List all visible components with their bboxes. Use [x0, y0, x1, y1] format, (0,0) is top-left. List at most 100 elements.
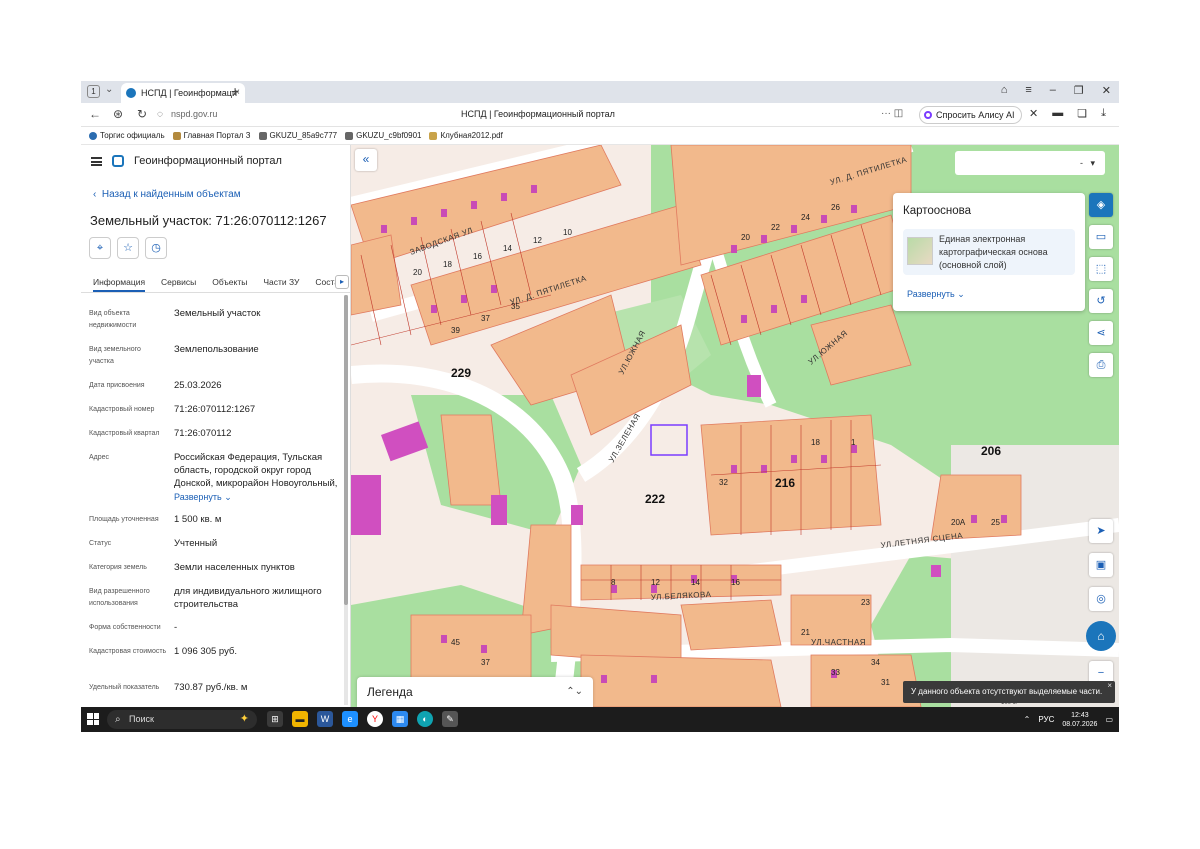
extension-icon[interactable]: ✕ [1029, 107, 1038, 120]
bookmark-item[interactable]: GKUZU_c9bf0901 [345, 131, 421, 140]
back-to-results-link[interactable]: ‹ Назад к найденным объектам [93, 189, 241, 200]
house-number: 14 [691, 578, 700, 587]
tab-information[interactable]: Информация [93, 271, 146, 292]
property-row: Вид объекта недвижимости Земельный участо… [89, 308, 261, 329]
basemap-expand-link[interactable]: Развернуть ⌄ [907, 289, 965, 300]
chevron-down-icon[interactable]: ⌄ [105, 84, 113, 95]
taskbar-search[interactable]: ⌕ Поиск ✦ [107, 710, 257, 729]
minimap-icon[interactable]: ▣ [1089, 553, 1113, 577]
quarter-label: 216 [775, 476, 795, 490]
bookmark-icon[interactable]: ⌂ [1001, 84, 1008, 97]
property-row: Кадастровая стоимость 1 096 305 руб. [89, 646, 238, 657]
tab-objects[interactable]: Объекты [212, 271, 247, 292]
copilot-sparkle-icon: ✦ [239, 713, 249, 725]
browser-tab-active[interactable]: НСПД | Геоинформаци × [121, 83, 245, 103]
new-tab-button[interactable]: + [231, 83, 239, 99]
tab-services[interactable]: Сервисы [161, 271, 196, 292]
chevron-up-icon[interactable]: ⌃ [1024, 715, 1031, 724]
task-view-icon[interactable]: ⊞ [267, 711, 283, 727]
minimize-button[interactable]: – [1050, 84, 1056, 97]
yandex-browser-icon[interactable]: Y [367, 711, 383, 727]
house-number: 21 [801, 628, 810, 637]
locate-object-icon[interactable]: ⌖ [89, 237, 111, 259]
portal-logo-icon [112, 155, 124, 167]
property-row: Площадь уточненная 1 500 кв. м [89, 514, 222, 525]
restore-button[interactable]: ❐ [1074, 84, 1084, 97]
layers-icon[interactable]: ◈ [1089, 193, 1113, 217]
expand-address-link[interactable]: Развернуть ⌄ [174, 492, 344, 503]
house-number: 23 [861, 598, 870, 607]
window-controls: ⌂ ≡ – ❐ ✕ [1001, 84, 1111, 97]
pdf-icon [429, 131, 438, 140]
notifications-icon[interactable]: ▭ [1105, 715, 1113, 724]
basemap-option[interactable]: Единая электронная картографическая осно… [903, 229, 1075, 275]
back-arrow-icon[interactable]: ← [89, 107, 101, 121]
property-row: Кадастровый квартал 71:26:070112 [89, 428, 232, 439]
house-number: 16 [473, 252, 482, 261]
house-number: 31 [881, 678, 890, 687]
share-icon[interactable]: ⋖ [1089, 321, 1113, 345]
house-number: 25 [991, 518, 1000, 527]
object-info-panel: Геоинформационный портал ‹ Назад к найде… [81, 145, 351, 707]
history-icon[interactable]: ◷ [145, 237, 167, 259]
language-indicator[interactable]: РУС [1038, 715, 1054, 724]
reload-icon[interactable]: ↻ [137, 107, 147, 121]
wallet-icon[interactable]: ▬ [1052, 107, 1063, 120]
navigate-icon[interactable]: ➤ [1089, 519, 1113, 543]
history-icon[interactable]: ↺ [1089, 289, 1113, 313]
pinned-app-icon[interactable]: ✎ [442, 711, 458, 727]
system-tray: ⌃ РУС 12:43 08.07.2026 ▭ [1024, 707, 1113, 732]
home-view-button[interactable]: ⌂ [1086, 621, 1116, 651]
bookmark-item[interactable]: Клубная2012.pdf [429, 131, 503, 140]
close-window-button[interactable]: ✕ [1102, 84, 1111, 97]
tab-counter[interactable]: 1 [87, 85, 100, 98]
basemap-panel-title: Картооснова [903, 205, 972, 217]
scrollbar-thumb[interactable] [344, 295, 348, 605]
geolocation-icon[interactable]: ◎ [1089, 587, 1113, 611]
property-row: Вид разрешенного использования для индиви… [89, 586, 322, 610]
taskbar: ⌕ Поиск ✦ ⊞ ▬ W e Y ▦ ◐ ✎ ⌃ РУС 12:43 08… [81, 707, 1119, 732]
select-area-icon[interactable]: ⬚ [1089, 257, 1113, 281]
edge-legacy-icon[interactable]: e [342, 711, 358, 727]
tabs-scroll-right-icon[interactable]: ▸ [335, 275, 349, 289]
url-field[interactable]: nspd.gov.ru [171, 109, 217, 119]
lock-icon: ◌ [157, 109, 163, 120]
windows-start-icon[interactable] [87, 713, 99, 725]
bookmark-item[interactable]: GKUZU_85a9c777 [258, 131, 337, 140]
portal-favicon-icon [126, 88, 136, 98]
collapse-panel-button[interactable]: « [355, 149, 377, 171]
calculator-icon[interactable]: ▦ [392, 711, 408, 727]
ruler-icon[interactable]: ▭ [1089, 225, 1113, 249]
street-label: УЛ.ЧАСТНАЯ [811, 638, 866, 647]
print-icon[interactable]: ⎙ [1089, 353, 1113, 377]
taskbar-apps: ⊞ ▬ W e Y ▦ ◐ ✎ [267, 711, 458, 727]
edge-icon[interactable]: ◐ [417, 711, 433, 727]
favorite-star-icon[interactable]: ☆ [117, 237, 139, 259]
download-icon[interactable]: ⤓ [1101, 107, 1106, 120]
close-icon[interactable]: × [1107, 675, 1112, 697]
legend-toggle[interactable]: Легенда ⌃⌄ [357, 677, 593, 707]
object-actions: ⌖ ☆ ◷ [89, 237, 167, 259]
panel-scrollbar[interactable] [344, 295, 348, 705]
word-icon[interactable]: W [317, 711, 333, 727]
bookmark-item[interactable]: Главная Портал З [172, 131, 251, 140]
menu-icon[interactable]: ≡ [1025, 84, 1031, 97]
shield-icon[interactable]: ⊛ [113, 107, 123, 121]
clock[interactable]: 12:43 08.07.2026 [1062, 711, 1097, 729]
properties-list: Вид объекта недвижимости Земельный участо… [89, 307, 344, 705]
tab-parts[interactable]: Части ЗУ [263, 271, 299, 292]
basemap-panel: Картооснова Единая электронная картограф… [893, 193, 1085, 311]
house-number: 45 [451, 638, 460, 647]
house-number: 12 [533, 236, 542, 245]
house-number: 37 [481, 658, 490, 667]
basemap-dropdown[interactable]: - ▾ [955, 151, 1105, 175]
file-explorer-icon[interactable]: ▬ [292, 711, 308, 727]
reader-icon[interactable]: ❏ [1077, 107, 1087, 120]
ask-alice-button[interactable]: Спросить Алису AI [919, 106, 1022, 124]
house-number: 34 [871, 658, 880, 667]
house-number: 14 [503, 244, 512, 253]
hamburger-menu-icon[interactable] [91, 156, 102, 166]
cadastral-map[interactable]: 229 222 216 206 ЗАВОДСКАЯ УЛ УЛ. Д. ПЯТИ… [351, 145, 1119, 707]
more-icon[interactable]: ··· ◫ [881, 108, 903, 119]
bookmark-item[interactable]: Торгис официаль [89, 131, 165, 140]
